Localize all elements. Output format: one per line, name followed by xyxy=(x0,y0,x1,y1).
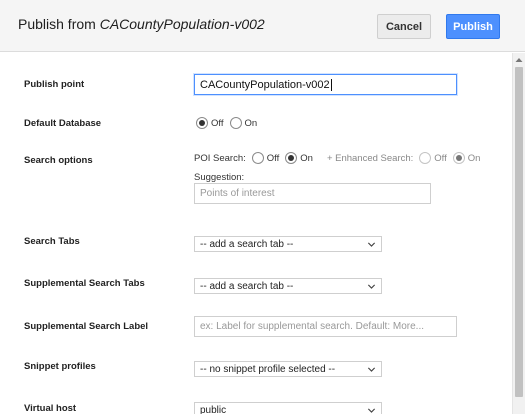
search-tabs-label: Search Tabs xyxy=(24,236,80,247)
default-database-on-option[interactable]: On xyxy=(229,117,258,129)
vertical-scrollbar[interactable] xyxy=(512,53,525,414)
chevron-down-icon xyxy=(367,241,376,247)
snippet-profiles-select[interactable]: -- no snippet profile selected -- xyxy=(194,361,382,377)
enhanced-search-off-option[interactable]: Off xyxy=(419,152,447,164)
virtual-host-select[interactable]: public xyxy=(194,402,382,414)
search-tabs-selected: -- add a search tab -- xyxy=(200,238,294,250)
enhanced-search-on-radio[interactable] xyxy=(452,152,465,164)
search-tabs-select[interactable]: -- add a search tab -- xyxy=(194,236,382,252)
default-database-on-radio[interactable] xyxy=(229,117,242,129)
poi-search-label: POI Search: xyxy=(194,152,246,164)
search-options-radio-row: POI Search: Off On + Enhanced Search: Of… xyxy=(194,152,486,164)
text-caret xyxy=(330,78,332,91)
default-database-radio-group: Off On xyxy=(196,117,263,129)
publish-button[interactable]: Publish xyxy=(446,14,500,39)
poi-search-on-label: On xyxy=(300,152,313,164)
snippet-profiles-label: Snippet profiles xyxy=(24,361,96,372)
publish-point-label: Publish point xyxy=(24,79,85,90)
supplemental-search-label-label: Supplemental Search Label xyxy=(24,321,149,332)
chevron-down-icon xyxy=(367,366,376,372)
enhanced-search-on-option[interactable]: On xyxy=(452,152,481,164)
cancel-button[interactable]: Cancel xyxy=(377,14,431,39)
supplemental-search-tabs-label: Supplemental Search Tabs xyxy=(24,278,145,289)
snippet-profiles-selected: -- no snippet profile selected -- xyxy=(200,363,336,375)
publish-point-value: CACountyPopulation-v002 xyxy=(200,78,330,91)
dialog-title: Publish from CACountyPopulation-v002 xyxy=(18,16,265,32)
default-database-on-label: On xyxy=(244,117,258,129)
suggestion-placeholder: Points of interest xyxy=(200,188,275,199)
scrollbar-thumb[interactable] xyxy=(515,67,523,397)
supplemental-search-label-placeholder: ex: Label for supplemental search. Defau… xyxy=(200,321,425,332)
supplemental-search-label-input[interactable]: ex: Label for supplemental search. Defau… xyxy=(194,316,457,337)
publish-point-input[interactable]: CACountyPopulation-v002 xyxy=(194,74,457,95)
dialog-header: Publish from CACountyPopulation-v002 Can… xyxy=(0,0,525,52)
poi-search-off-option[interactable]: Off xyxy=(251,152,280,164)
suggestion-label: Suggestion: xyxy=(194,172,245,183)
enhanced-search-off-label: Off xyxy=(434,152,447,164)
default-database-off-option[interactable]: Off xyxy=(196,117,224,129)
virtual-host-selected: public xyxy=(200,404,227,414)
default-database-label: Default Database xyxy=(24,118,102,129)
enhanced-search-on-label: On xyxy=(467,152,481,164)
dialog-title-prefix: Publish from xyxy=(18,16,100,32)
chevron-down-icon xyxy=(367,283,376,289)
poi-search-on-option[interactable]: On xyxy=(285,152,313,164)
suggestion-input[interactable]: Points of interest xyxy=(194,183,431,204)
poi-search-off-radio[interactable] xyxy=(251,152,264,164)
scroll-up-arrow-icon[interactable] xyxy=(513,55,525,65)
supplemental-search-tabs-select[interactable]: -- add a search tab -- xyxy=(194,278,382,294)
enhanced-search-off-radio[interactable] xyxy=(419,152,432,164)
supplemental-search-tabs-selected: -- add a search tab -- xyxy=(200,280,294,292)
virtual-host-label: Virtual host xyxy=(24,403,77,414)
default-database-off-label: Off xyxy=(211,117,224,129)
poi-search-off-label: Off xyxy=(266,152,280,164)
poi-search-on-radio[interactable] xyxy=(285,152,298,164)
chevron-down-icon xyxy=(367,407,376,413)
dialog-title-name: CACountyPopulation-v002 xyxy=(99,16,265,32)
enhanced-search-label: + Enhanced Search: xyxy=(326,152,414,164)
default-database-off-radio[interactable] xyxy=(196,117,208,129)
search-options-label: Search options xyxy=(24,155,93,166)
